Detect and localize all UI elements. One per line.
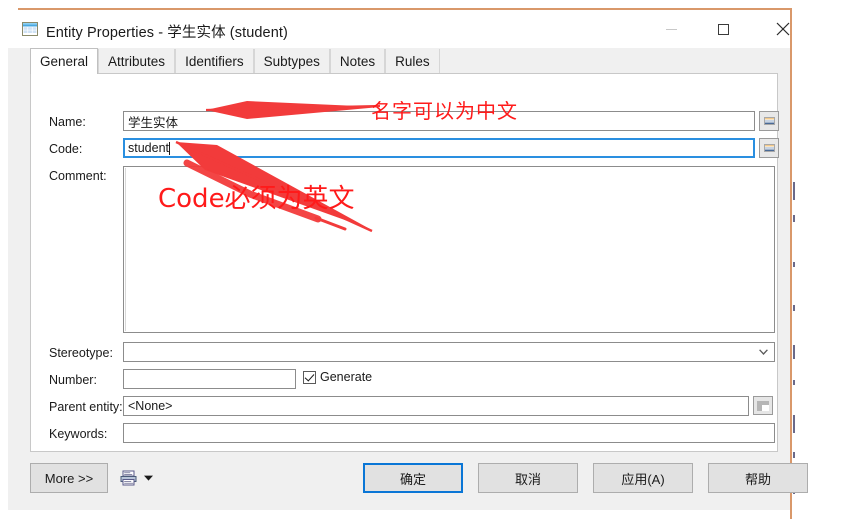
- equals-icon: [763, 144, 775, 152]
- maximize-button[interactable]: [700, 10, 746, 48]
- tab-notes-label: Notes: [339, 54, 376, 69]
- tab-attributes-label: Attributes: [108, 54, 166, 69]
- maximize-icon: [717, 23, 729, 35]
- table-grid-icon: [22, 22, 38, 36]
- background-page-right-area: [792, 0, 843, 519]
- code-label: Code:: [49, 142, 83, 156]
- tab-rules-label: Rules: [395, 54, 430, 69]
- page-speck: [793, 182, 795, 200]
- close-button[interactable]: [760, 10, 806, 48]
- cancel-button[interactable]: 取消: [478, 463, 578, 493]
- generate-checkbox[interactable]: [303, 370, 316, 384]
- code-input-value: student: [128, 141, 170, 155]
- tab-notes[interactable]: Notes: [329, 49, 386, 74]
- help-button[interactable]: 帮助: [708, 463, 808, 493]
- generate-checkbox-row[interactable]: Generate: [303, 370, 372, 384]
- code-equals-button[interactable]: [759, 138, 779, 158]
- browse-folder-icon: [757, 400, 769, 411]
- report-button[interactable]: [118, 468, 138, 488]
- minimize-icon: [665, 28, 677, 30]
- page-speck: [793, 452, 795, 458]
- stereotype-label: Stereotype:: [49, 346, 113, 360]
- title-bar: Entity Properties - 学生实体 (student): [8, 10, 790, 48]
- page-speck: [793, 262, 795, 267]
- page-speck: [793, 215, 795, 222]
- help-button-label: 帮助: [744, 471, 771, 487]
- page-speck: [793, 345, 795, 359]
- report-dropdown-icon[interactable]: [144, 475, 153, 481]
- cancel-button-label: 取消: [514, 471, 541, 487]
- stereotype-combobox[interactable]: [123, 342, 775, 362]
- text-cursor: [169, 141, 171, 155]
- name-input-value: 学生实体: [128, 115, 179, 130]
- tab-subtypes[interactable]: Subtypes: [253, 49, 330, 74]
- comment-label: Comment:: [49, 169, 107, 183]
- chevron-down-icon: [759, 349, 768, 355]
- page-speck: [793, 305, 795, 311]
- code-input[interactable]: student: [123, 138, 755, 158]
- printer-icon: [120, 470, 136, 486]
- apply-button-label: 应用(A): [621, 471, 665, 487]
- name-equals-button[interactable]: [759, 111, 779, 131]
- equals-icon: [763, 117, 775, 125]
- tab-general-label: General: [40, 54, 89, 69]
- close-icon: [776, 22, 790, 36]
- general-tab-page: Name: 学生实体 Code: student Comment: Stereo…: [30, 73, 779, 452]
- tab-identifiers-label: Identifiers: [185, 54, 244, 69]
- parent-entity-label: Parent entity:: [49, 400, 123, 414]
- tab-subtypes-label: Subtypes: [263, 54, 320, 69]
- tab-strip: General Attributes Identifiers Subtypes …: [30, 48, 440, 74]
- generate-label: Generate: [320, 370, 373, 384]
- keywords-label: Keywords:: [49, 427, 108, 441]
- name-input[interactable]: 学生实体: [123, 111, 755, 131]
- screenshot-root: Entity Properties - 学生实体 (student) Gener…: [0, 0, 843, 519]
- parent-entity-input[interactable]: <None>: [123, 396, 749, 416]
- more-button-label: More >>: [44, 470, 94, 486]
- tab-general[interactable]: General: [30, 48, 99, 74]
- number-input[interactable]: [123, 369, 296, 389]
- apply-button[interactable]: 应用(A): [593, 463, 693, 493]
- tab-identifiers[interactable]: Identifiers: [175, 49, 254, 74]
- page-speck: [793, 380, 795, 385]
- keywords-input[interactable]: [123, 423, 775, 443]
- parent-entity-value: <None>: [128, 399, 173, 413]
- page-speck: [793, 415, 795, 433]
- ok-button[interactable]: 确定: [363, 463, 463, 493]
- parent-entity-browse-button[interactable]: [753, 396, 773, 415]
- window-title: Entity Properties - 学生实体 (student): [46, 25, 288, 41]
- more-button[interactable]: More >>: [30, 463, 108, 493]
- number-label: Number:: [49, 373, 97, 387]
- name-label: Name:: [49, 115, 86, 129]
- ok-button-label: 确定: [399, 471, 426, 487]
- entity-properties-dialog: Entity Properties - 学生实体 (student) Gener…: [8, 10, 808, 510]
- minimize-button[interactable]: [648, 10, 694, 48]
- comment-textarea[interactable]: [123, 166, 775, 333]
- tab-attributes[interactable]: Attributes: [98, 49, 176, 74]
- tab-rules[interactable]: Rules: [385, 49, 440, 74]
